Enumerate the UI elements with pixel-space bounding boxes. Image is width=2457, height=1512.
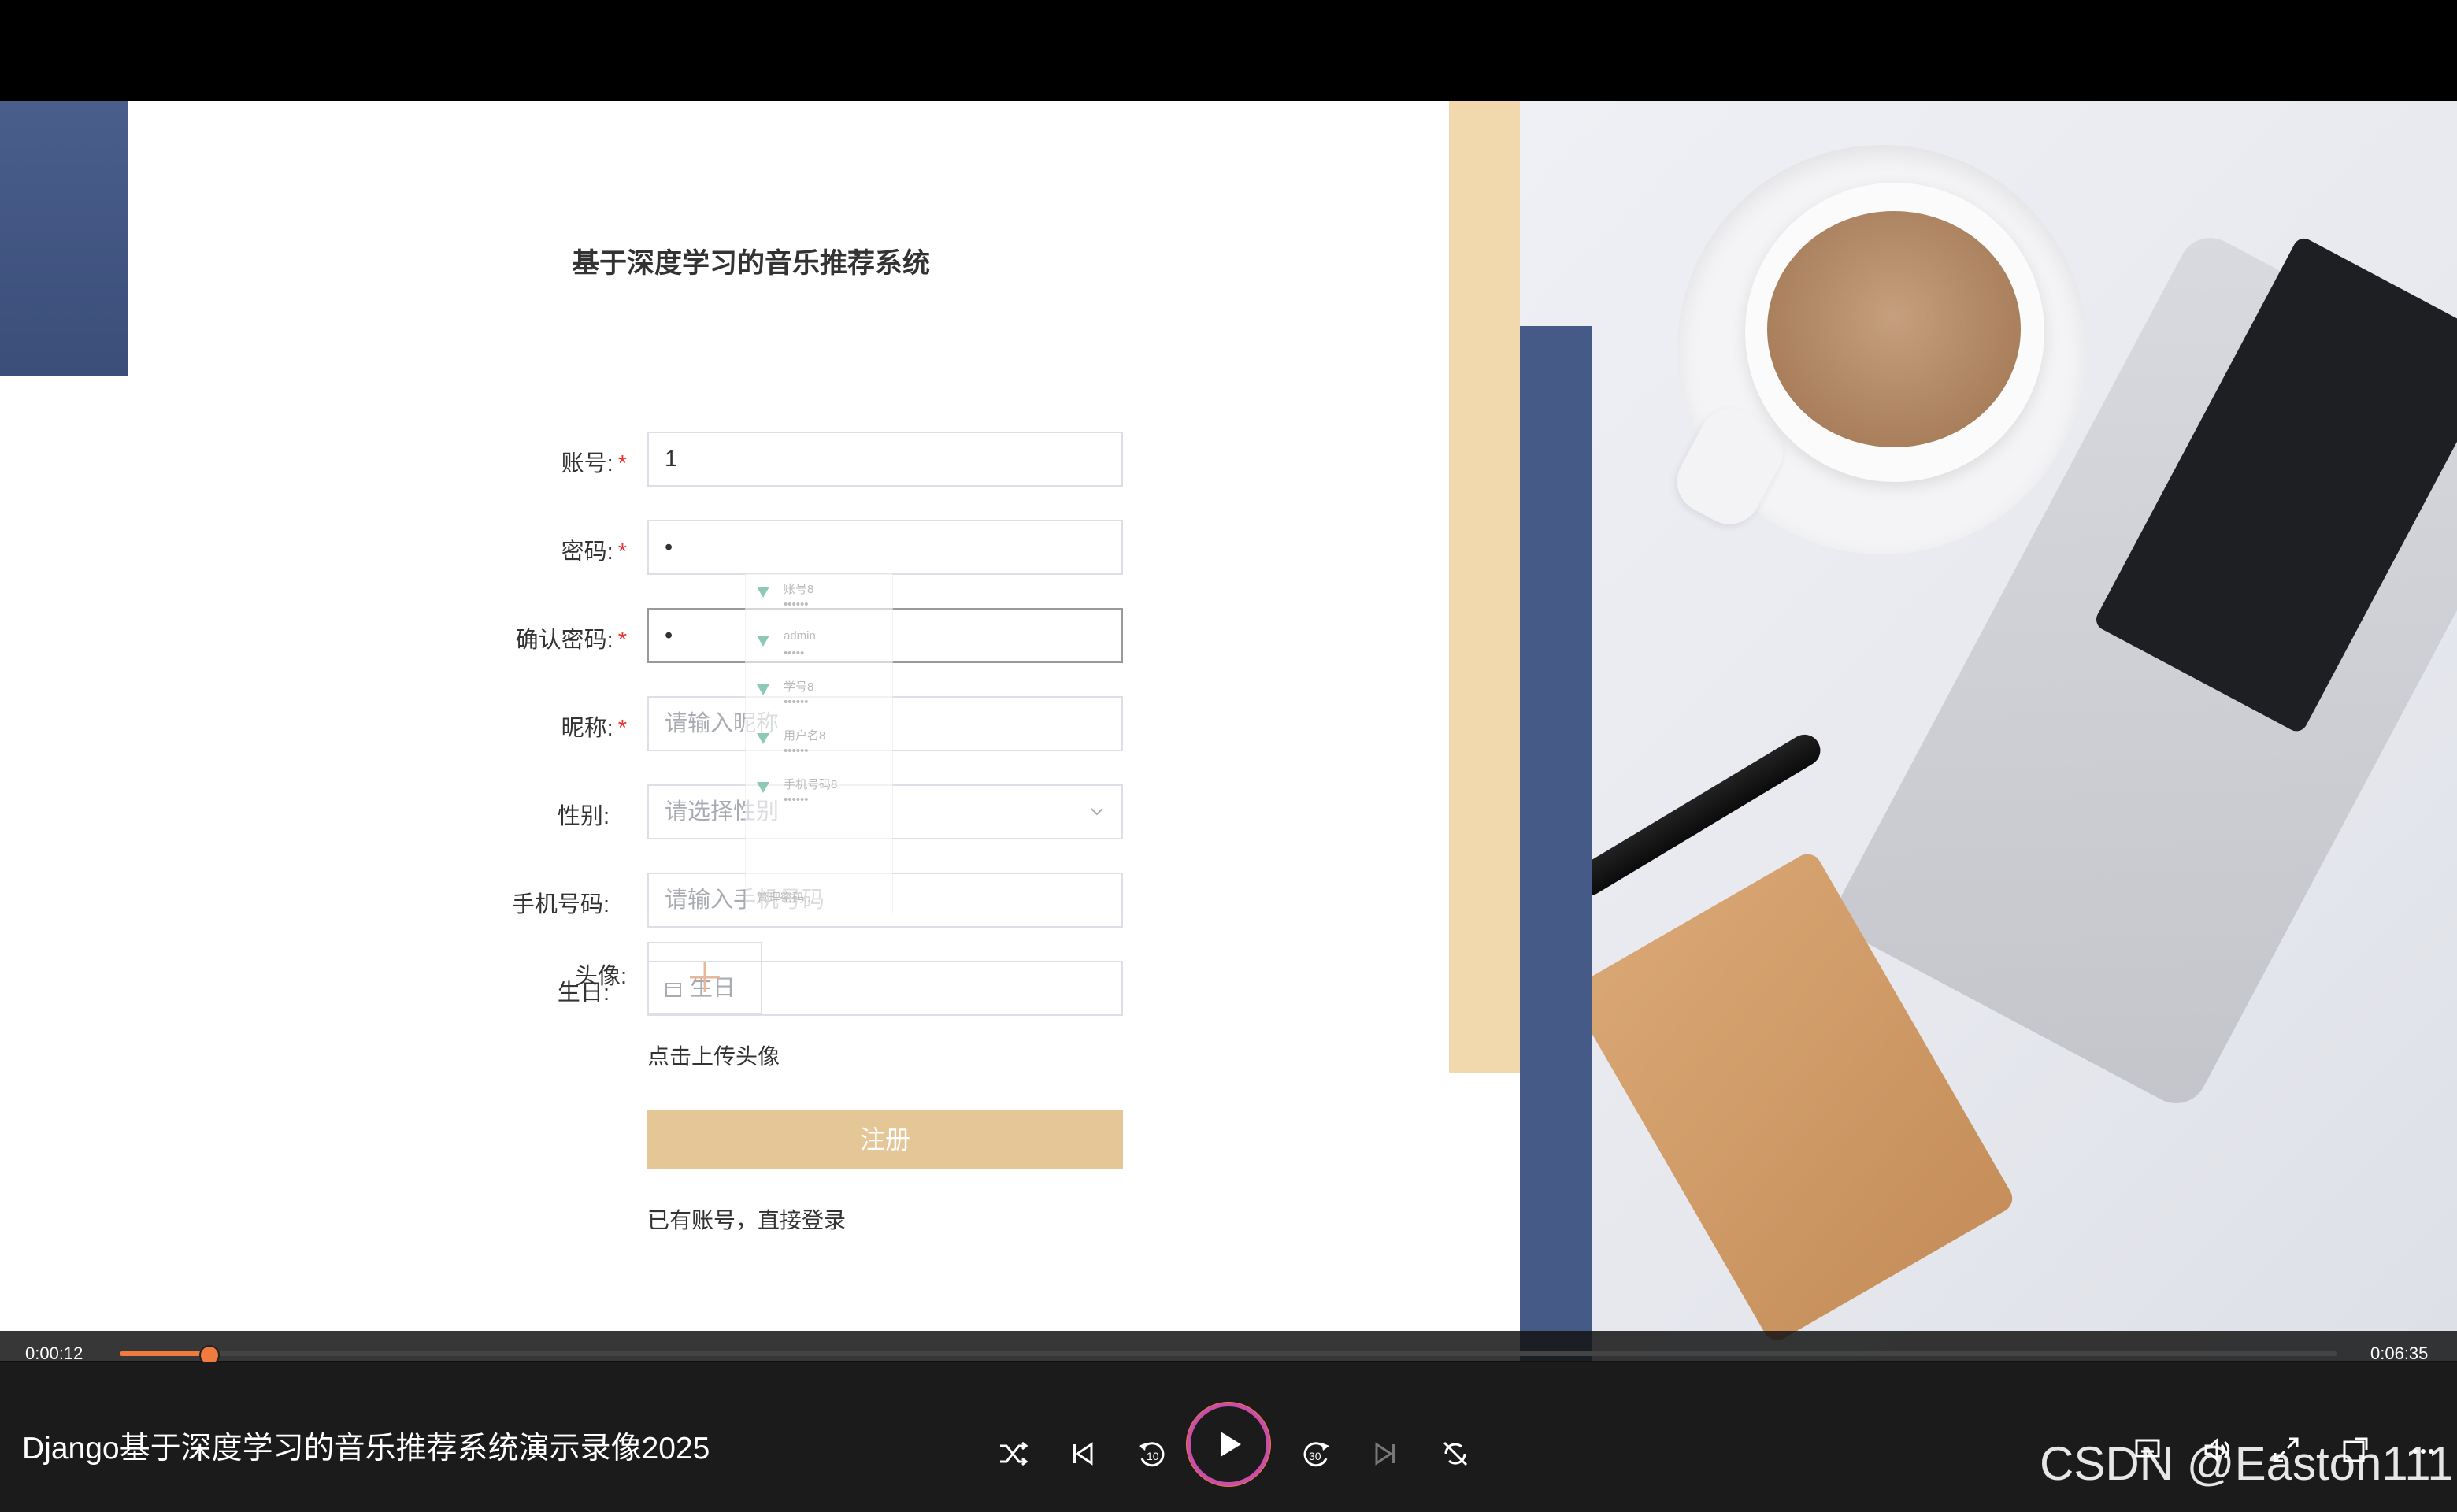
chevron-down-icon <box>1088 786 1106 857</box>
field-value: • <box>665 535 673 560</box>
field-label-text: 性别 <box>557 804 603 829</box>
key-icon <box>757 684 769 695</box>
svg-text:10: 10 <box>1147 1450 1159 1462</box>
required-mark: * <box>617 539 627 565</box>
key-icon <box>757 636 769 647</box>
field-label-text: 手机号码 <box>511 892 603 917</box>
autofill-dropdown[interactable]: 账号8 •••••• admin ••••• 学号8 •••••• 用户名8 •••••• 手机… <box>745 573 893 914</box>
autofill-username: 用户名8 <box>784 729 826 743</box>
autofill-username: admin <box>784 629 816 643</box>
play-icon <box>1221 1432 1241 1457</box>
seek-bar[interactable] <box>120 1345 2337 1366</box>
field-colon: : <box>606 451 613 476</box>
repeat-off-icon[interactable] <box>1436 1435 1474 1473</box>
required-mark: * <box>617 451 627 476</box>
autofill-item[interactable]: 学号8 •••••• <box>746 678 892 725</box>
decor-blue-block <box>0 101 128 376</box>
total-time: 0:06:35 <box>2370 1343 2429 1363</box>
shuffle-icon[interactable] <box>994 1435 1032 1473</box>
field-label: 密码: * <box>422 533 627 566</box>
field-colon: : <box>602 892 610 917</box>
current-time: 0:00:12 <box>25 1343 83 1363</box>
field-label-text: 确认密码 <box>515 628 607 653</box>
field-colon: : <box>606 628 613 653</box>
volume-icon[interactable] <box>2199 1432 2235 1468</box>
autofill-password: •••••• <box>784 598 809 611</box>
field-label-text: 账号 <box>561 451 607 476</box>
video-title: Django基于深度学习的音乐推荐系统演示录像2025 <box>22 1432 710 1466</box>
field-label-text: 昵称 <box>561 716 607 741</box>
field-colon: : <box>606 716 613 741</box>
progress-area <box>0 1331 2457 1362</box>
field-colon: : <box>606 539 613 565</box>
autofill-password: ••••• <box>784 647 805 660</box>
coffee <box>1767 211 2021 447</box>
autofill-item[interactable]: 账号8 •••••• <box>746 580 892 628</box>
avatar-label: 头像: <box>422 958 627 991</box>
autofill-item[interactable]: admin ••••• <box>746 629 892 676</box>
seek-bar-fill <box>120 1351 207 1356</box>
more-icon[interactable] <box>2405 1432 2441 1468</box>
autofill-username: 账号8 <box>784 583 814 596</box>
autofill-password: •••••• <box>784 744 809 758</box>
subtitles-icon[interactable] <box>2129 1432 2166 1468</box>
form-field-0[interactable]: 1 <box>647 432 1123 487</box>
avatar-label-text: 头像 <box>574 964 621 989</box>
avatar-upload[interactable] <box>647 942 762 1014</box>
field-label: 手机号码: <box>422 886 627 919</box>
video-frame[interactable]: 基于深度学习的音乐推荐系统 账号: * 1 密码: * • 确认密码: * • 昵称: * 请输入昵称… <box>0 101 2457 1361</box>
previous-icon[interactable] <box>1063 1435 1101 1473</box>
key-icon <box>757 587 769 598</box>
autofill-password: •••••• <box>784 793 809 806</box>
manage-passwords-link[interactable]: 管理密码... <box>757 889 814 906</box>
key-icon <box>757 782 769 793</box>
field-label: 昵称: * <box>422 710 627 743</box>
fullscreen-icon[interactable] <box>2268 1432 2304 1468</box>
autofill-item[interactable]: 用户名8 •••••• <box>746 727 892 774</box>
miniplayer-icon[interactable] <box>2337 1432 2374 1468</box>
autofill-username: 手机号码8 <box>784 778 838 791</box>
field-value: • <box>665 623 673 648</box>
avatar-colon: : <box>620 964 627 989</box>
decor-blue-bar <box>1520 326 1592 1361</box>
field-colon: : <box>602 804 610 829</box>
avatar-hint[interactable]: 点击上传头像 <box>647 1040 780 1071</box>
required-mark: * <box>617 716 627 741</box>
required-mark: * <box>617 628 627 653</box>
field-label: 确认密码: * <box>422 621 627 654</box>
plus-icon <box>690 962 720 992</box>
field-label-text: 密码 <box>561 539 607 565</box>
next-icon[interactable] <box>1367 1435 1405 1473</box>
decor-beige-bar <box>1449 101 1520 1073</box>
play-button[interactable] <box>1191 1406 1266 1482</box>
form-title: 基于深度学习的音乐推荐系统 <box>572 248 931 279</box>
autofill-username: 学号8 <box>784 680 814 694</box>
rewind-10-icon[interactable]: 10 <box>1132 1435 1170 1473</box>
login-link[interactable]: 已有账号，直接登录 <box>647 1203 846 1235</box>
field-label: 性别: <box>422 798 627 831</box>
svg-text:30: 30 <box>1309 1450 1321 1462</box>
field-label: 账号: * <box>422 445 627 478</box>
key-icon <box>757 733 769 744</box>
csdn-watermark: CSDN @Easton111 <box>2040 1437 2454 1490</box>
desk-photo <box>1520 101 2457 1361</box>
form-field-1[interactable]: • <box>647 520 1123 575</box>
field-value: 1 <box>665 447 678 472</box>
autofill-item[interactable]: 手机号码8 •••••• <box>746 776 892 823</box>
forward-30-icon[interactable]: 30 <box>1298 1435 1336 1473</box>
register-button[interactable]: 注册 <box>647 1110 1123 1169</box>
autofill-password: •••••• <box>784 695 809 709</box>
